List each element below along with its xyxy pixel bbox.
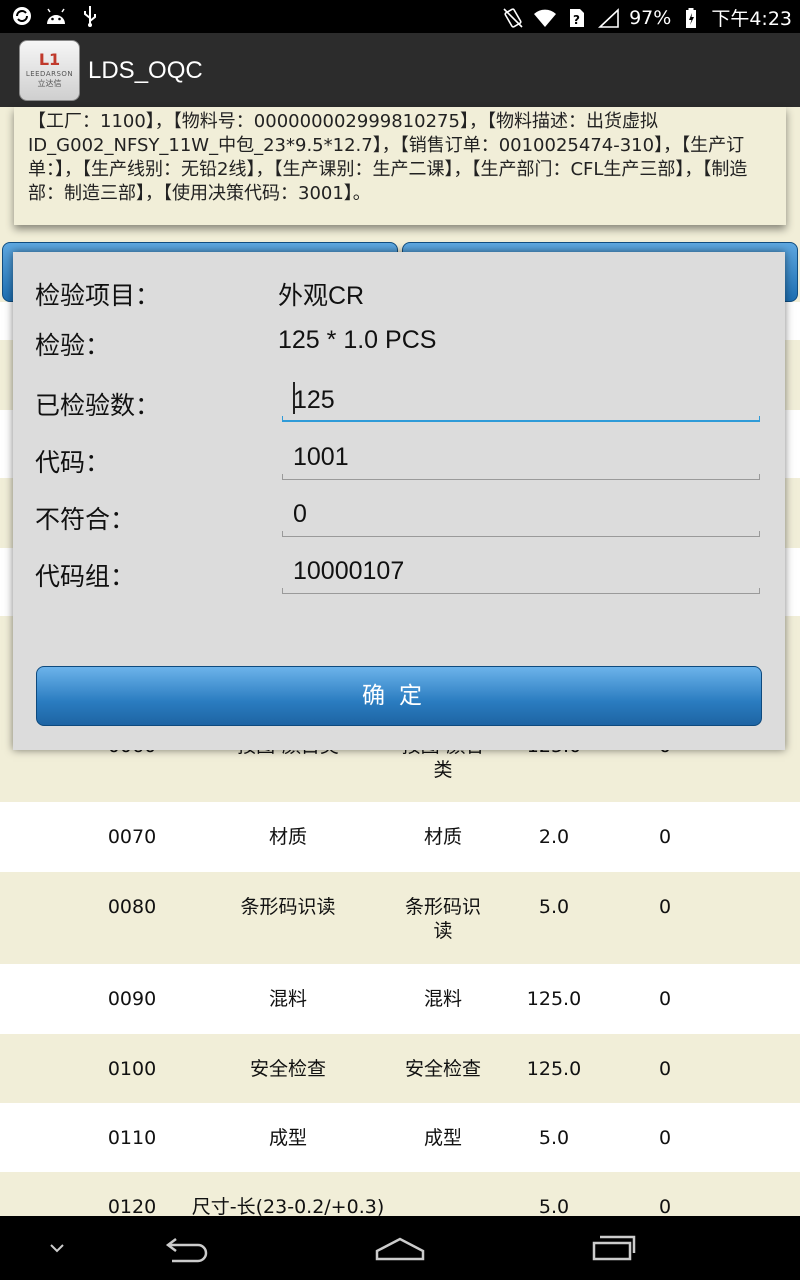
cell-name: 条形码识读 xyxy=(240,896,336,918)
cell-nonconform: 0 xyxy=(658,826,672,848)
vibrate-icon xyxy=(501,6,525,30)
cell-desc: 材质 xyxy=(423,826,462,848)
table-row[interactable]: 0110 成型 成型 5.0 0 xyxy=(0,1103,800,1172)
cell-qty: 2.0 xyxy=(538,826,570,848)
wifi-icon xyxy=(533,6,557,30)
checked-count-label: 已检验数： xyxy=(35,391,161,420)
android-icon xyxy=(44,4,68,28)
cell-code: 0070 xyxy=(107,826,157,848)
cell-name: 安全检查 xyxy=(249,1058,326,1080)
cell-qty: 5.0 xyxy=(538,896,570,918)
cell-nonconform: 0 xyxy=(658,1058,672,1080)
cell-desc: 条形码识读 xyxy=(404,896,481,942)
home-icon xyxy=(375,1237,425,1261)
inspection-dialog: 检验项目： 外观CR 检验： 125 * 1.0 PCS 已检验数： 代码： 不… xyxy=(13,252,785,750)
app-logo[interactable]: L1 LEEDARSON 立达信 xyxy=(19,40,80,101)
recent-apps-icon xyxy=(592,1235,636,1261)
usb-icon xyxy=(78,4,102,28)
svg-text:?: ? xyxy=(573,13,580,27)
inspect-label: 检验： xyxy=(35,331,111,360)
order-info-text: 【工厂：1100】，【物料号：000000002999810275】，【物料描述… xyxy=(28,111,748,204)
battery-percent: 97% xyxy=(629,6,672,29)
cell-code: 0100 xyxy=(107,1058,157,1080)
logo-cn: 立达信 xyxy=(37,79,62,88)
action-bar: L1 LEEDARSON 立达信 LDS_OQC xyxy=(0,33,800,107)
cell-qty: 5.0 xyxy=(538,1127,570,1149)
checked-count-underline xyxy=(282,416,760,422)
inspect-value: 125 * 1.0 PCS xyxy=(278,326,437,354)
cell-nonconform: 0 xyxy=(658,896,672,918)
cell-name: 混料 xyxy=(268,988,307,1010)
cell-name: 材质 xyxy=(268,826,307,848)
code-input[interactable] xyxy=(282,436,760,478)
table-row[interactable]: 0120 尺寸-长(23-0.2/+0.3) 5.0 0 xyxy=(0,1172,800,1218)
cell-nonconform: 0 xyxy=(658,1127,672,1149)
text-caret xyxy=(293,382,295,414)
navigation-bar xyxy=(0,1216,800,1280)
cell-nonconform: 0 xyxy=(658,988,672,1010)
battery-icon xyxy=(679,6,703,30)
cell-name: 成型 xyxy=(268,1127,307,1149)
chevron-down-icon xyxy=(50,1244,64,1253)
confirm-button[interactable]: 确定 xyxy=(36,666,762,726)
item-value: 外观CR xyxy=(278,282,365,310)
code-group-underline xyxy=(282,588,760,594)
cell-code: 0090 xyxy=(107,988,157,1010)
table-row[interactable]: 0070 材质 材质 2.0 0 xyxy=(0,802,800,872)
checked-count-input[interactable] xyxy=(282,379,760,421)
nonconform-input[interactable] xyxy=(282,493,760,535)
code-group-input[interactable] xyxy=(282,550,760,592)
cell-desc: 混料 xyxy=(423,988,462,1010)
signal-icon xyxy=(597,6,621,30)
back-icon xyxy=(165,1238,208,1263)
cell-qty: 125.0 xyxy=(526,988,582,1010)
logo-mark: L1 xyxy=(38,50,61,69)
sync-icon xyxy=(10,4,34,28)
cell-desc: 安全检查 xyxy=(404,1058,481,1080)
status-bar: ? 97% 下午4:23 xyxy=(0,0,800,33)
nonconform-underline xyxy=(282,531,760,537)
table-row[interactable]: 0080 条形码识读 条形码识读 5.0 0 xyxy=(0,872,800,964)
cell-qty: 125.0 xyxy=(526,1058,582,1080)
app-title: LDS_OQC xyxy=(88,57,203,84)
order-info-card: 【工厂：1100】，【物料号：000000002999810275】，【物料描述… xyxy=(14,107,786,225)
nonconform-label: 不符合： xyxy=(35,505,136,534)
cell-code: 0080 xyxy=(107,896,157,918)
home-button[interactable] xyxy=(370,1228,430,1268)
code-underline xyxy=(282,474,760,480)
back-button[interactable] xyxy=(156,1228,216,1268)
cell-code: 0110 xyxy=(107,1127,157,1149)
code-label: 代码： xyxy=(35,448,111,477)
sim-unknown-icon: ? xyxy=(565,6,589,30)
recent-apps-button[interactable] xyxy=(584,1228,644,1268)
item-label: 检验项目： xyxy=(35,281,161,310)
logo-text: LEEDARSON xyxy=(25,70,74,78)
table-row[interactable]: 0090 混料 混料 125.0 0 xyxy=(0,964,800,1034)
cell-desc: 成型 xyxy=(423,1127,462,1149)
table-row[interactable]: 0100 安全检查 安全检查 125.0 0 xyxy=(0,1034,800,1103)
code-group-label: 代码组： xyxy=(35,562,136,591)
hide-keyboard-button[interactable] xyxy=(27,1228,87,1268)
clock: 下午4:23 xyxy=(711,8,792,30)
